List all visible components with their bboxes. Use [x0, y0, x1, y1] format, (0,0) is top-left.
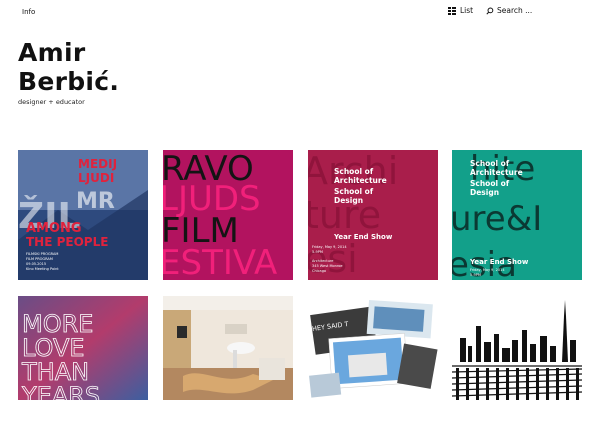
poster-word: LJUDI — [78, 171, 114, 185]
poster-word: School of — [470, 159, 510, 168]
portfolio-tile-ravo[interactable]: RAVO LJUDS FILM ESTIVA — [163, 150, 293, 280]
ravo-festival-image: RAVO LJUDS FILM ESTIVA — [163, 150, 293, 280]
svg-text:MR: MR — [76, 189, 115, 214]
poster-word: Design — [334, 196, 363, 205]
portfolio-tile-medij[interactable]: ŽIL MR MEDIJ LJUDI AMONG THE PEOPLE FILM… — [18, 150, 148, 280]
poster-caption: Chicago — [312, 269, 326, 273]
site-title-line1: Amir — [18, 38, 86, 67]
portfolio-tile-interior[interactable] — [163, 296, 293, 426]
poster-word: Architecture — [334, 176, 387, 185]
poster-word: Design — [470, 188, 499, 197]
poster-word: ESTIVA — [163, 243, 277, 280]
poster-word: Year End Show — [469, 258, 529, 266]
poster-word: School of — [334, 167, 374, 176]
search-input[interactable]: Search ... — [486, 6, 532, 15]
interior-photo — [163, 296, 293, 400]
site-tagline: designer + educator — [18, 98, 85, 106]
poster-caption: 5-9PM — [312, 250, 323, 254]
portfolio-tile-more-love[interactable]: MORE LOVE THAN YEARS — [18, 296, 148, 426]
poster-caption: Friday, May 9, 2014 — [312, 245, 347, 249]
poster-word: YEARS — [21, 382, 100, 400]
poster-word: Architecture — [470, 168, 523, 177]
poster-word: School of — [334, 187, 374, 196]
poster-caption: 345 West Monroe — [312, 264, 343, 268]
poster-word: AMONG — [26, 221, 82, 236]
poster-caption: Friday, May 9, 2014 — [470, 268, 505, 272]
poster-caption: 5-9PM — [470, 273, 481, 277]
medij-poster-image: ŽIL MR MEDIJ LJUDI AMONG THE PEOPLE FILM… — [18, 150, 148, 280]
search-icon — [486, 6, 494, 15]
portfolio-tile-year-end-show-teal[interactable]: hite ure&I esia School of Architecture S… — [452, 150, 582, 280]
info-link[interactable]: Info — [22, 8, 35, 16]
postcards-image: HEY SAID T — [308, 296, 438, 400]
year-end-show-teal-image: hite ure&I esia School of Architecture S… — [452, 150, 582, 280]
poster-caption: FILM PROGRAM — [26, 257, 53, 261]
site-title-line2: Berbić. — [18, 67, 120, 96]
portfolio-tile-year-end-show-pink[interactable]: Archi ture esi School of Architecture Sc… — [308, 150, 438, 280]
poster-word: School of — [470, 179, 510, 188]
poster-caption: 09.05.2015 — [26, 262, 46, 266]
portfolio-tile-skyline[interactable] — [452, 296, 582, 426]
svg-text:ure&I: ure&I — [452, 199, 542, 239]
poster-word: Year End Show — [333, 233, 393, 241]
top-navigation: Info List Search ... — [0, 0, 600, 26]
poster-caption: FILMSKI PROGRAM — [26, 252, 58, 256]
poster-caption: Kino Meeting Point — [26, 267, 59, 271]
skyline-image — [452, 296, 582, 400]
portfolio-tile-postcards[interactable]: HEY SAID T — [308, 296, 438, 426]
list-view-button[interactable]: List — [448, 6, 473, 15]
year-end-show-pink-image: Archi ture esi School of Architecture Sc… — [308, 150, 438, 280]
poster-word: THE PEOPLE — [26, 235, 108, 249]
list-label: List — [460, 6, 474, 15]
poster-word: MEDIJ — [78, 157, 117, 171]
list-icon — [448, 6, 456, 15]
more-love-image: MORE LOVE THAN YEARS — [18, 296, 148, 400]
poster-caption: Architecture — [312, 259, 333, 263]
search-placeholder: Search ... — [497, 6, 533, 15]
site-title[interactable]: Amir Berbić. — [18, 38, 119, 96]
